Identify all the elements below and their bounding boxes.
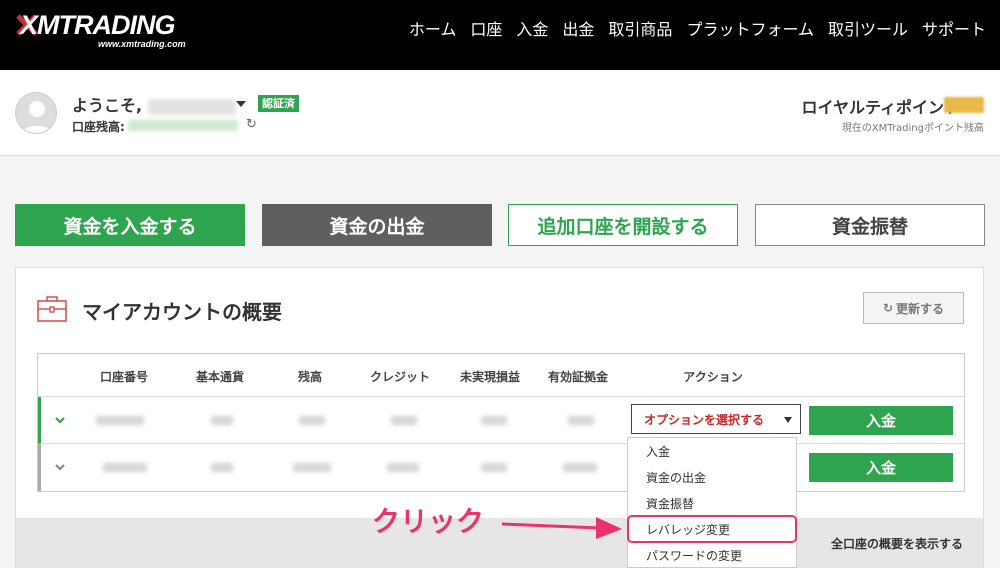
accounts-table: 口座番号 基本通貨 残高 クレジット 未実現損益 有効証拠金 アクション オプシ… bbox=[37, 353, 965, 492]
click-annotation-label: クリック bbox=[372, 505, 485, 538]
table-row: オプションを選択する 入金 bbox=[38, 397, 964, 444]
select-caret-icon bbox=[784, 417, 792, 423]
col-balance: 残高 bbox=[297, 370, 323, 384]
main-nav: ホーム 口座 入金 出金 取引商品 プラットフォーム 取引ツール サポート bbox=[409, 18, 986, 42]
col-unrealized-pl: 未実現損益 bbox=[459, 370, 521, 384]
row-deposit-button[interactable]: 入金 bbox=[809, 406, 953, 435]
col-equity: 有効証拠金 bbox=[547, 370, 609, 384]
col-account-number: 口座番号 bbox=[99, 370, 149, 384]
refresh-button[interactable]: ↻ 更新する bbox=[863, 292, 964, 324]
avatar bbox=[15, 92, 57, 134]
open-additional-account-button[interactable]: 追加口座を開設する bbox=[508, 204, 738, 246]
logo-text: XMTRADING bbox=[20, 10, 175, 40]
account-number-redacted bbox=[103, 463, 147, 472]
withdraw-funds-button[interactable]: 資金の出金 bbox=[262, 204, 492, 246]
balance-value-redacted bbox=[128, 120, 238, 131]
options-select-label: オプションを選択する bbox=[644, 412, 765, 427]
pl-redacted bbox=[481, 416, 507, 425]
chevron-down-icon[interactable] bbox=[55, 462, 65, 472]
verified-badge: 認証済 bbox=[258, 95, 299, 112]
nav-products[interactable]: 取引商品 bbox=[608, 18, 672, 42]
row-deposit-button[interactable]: 入金 bbox=[809, 453, 953, 482]
welcome-label: ようこそ, bbox=[72, 96, 143, 115]
transfer-funds-button[interactable]: 資金振替 bbox=[755, 204, 985, 246]
loyalty-subtitle: 現在のXMTradingポイント残高 bbox=[841, 123, 984, 134]
user-bar: ようこそ, 認証済 口座残高: ↻ ロイヤルティポイント 現在のXMTradin… bbox=[0, 70, 1000, 156]
briefcase-icon bbox=[37, 296, 67, 322]
nav-deposit[interactable]: 入金 bbox=[516, 18, 548, 42]
table-header: 口座番号 基本通貨 残高 クレジット 未実現損益 有効証拠金 アクション bbox=[38, 354, 964, 397]
currency-redacted bbox=[211, 463, 233, 472]
credit-redacted bbox=[387, 463, 419, 472]
loyalty-title: ロイヤルティポイント bbox=[801, 98, 960, 117]
nav-account[interactable]: 口座 bbox=[470, 18, 502, 42]
equity-redacted bbox=[563, 463, 597, 472]
dropdown-item-deposit[interactable]: 入金 bbox=[628, 438, 796, 464]
balance-redacted bbox=[299, 416, 325, 425]
refresh-label: 更新する bbox=[896, 301, 945, 316]
logo-url: www.xmtrading.com bbox=[98, 39, 186, 49]
options-dropdown-menu: 入金 資金の出金 資金振替 レバレッジ変更 パスワードの変更 bbox=[627, 437, 797, 568]
nav-tools[interactable]: 取引ツール bbox=[828, 18, 908, 42]
panel-title: マイアカウントの概要 bbox=[82, 300, 282, 324]
pl-redacted bbox=[481, 463, 507, 472]
show-all-accounts-link[interactable]: 全口座の概要を表示する bbox=[831, 535, 963, 552]
currency-redacted bbox=[211, 416, 233, 425]
account-number-redacted bbox=[96, 416, 144, 425]
nav-withdraw[interactable]: 出金 bbox=[562, 18, 594, 42]
welcome-text: ようこそ, bbox=[72, 92, 236, 116]
nav-home[interactable]: ホーム bbox=[409, 18, 457, 42]
user-menu-caret-icon[interactable] bbox=[236, 101, 246, 107]
xmtrading-logo[interactable]: XMTRADING www.xmtrading.com bbox=[16, 10, 192, 50]
balance-refresh-icon[interactable]: ↻ bbox=[246, 117, 257, 132]
username-redacted bbox=[147, 98, 236, 115]
col-action: アクション bbox=[683, 370, 743, 384]
annotation-arrow-icon bbox=[501, 517, 622, 539]
top-navbar: XMTRADING www.xmtrading.com ホーム 口座 入金 出金… bbox=[0, 0, 1000, 70]
leverage-change-highlight bbox=[627, 515, 797, 543]
options-select[interactable]: オプションを選択する bbox=[631, 404, 801, 434]
user-silhouette-icon bbox=[21, 101, 53, 133]
deposit-funds-button[interactable]: 資金を入金する bbox=[15, 204, 245, 246]
equity-redacted bbox=[568, 416, 594, 425]
col-base-currency: 基本通貨 bbox=[195, 370, 245, 384]
balance-redacted bbox=[293, 463, 331, 472]
refresh-icon: ↻ bbox=[882, 301, 894, 315]
table-row: 入金 bbox=[38, 444, 964, 491]
chevron-down-icon[interactable] bbox=[55, 415, 65, 425]
col-credit: クレジット bbox=[369, 370, 431, 384]
dropdown-item-withdraw[interactable]: 資金の出金 bbox=[628, 464, 796, 490]
dropdown-item-transfer[interactable]: 資金振替 bbox=[628, 490, 796, 516]
credit-redacted bbox=[391, 416, 417, 425]
nav-support[interactable]: サポート bbox=[922, 18, 986, 42]
dropdown-item-password-change[interactable]: パスワードの変更 bbox=[628, 542, 796, 568]
balance-label: 口座残高: bbox=[72, 120, 125, 134]
loyalty-points-redacted bbox=[944, 97, 984, 113]
nav-platform[interactable]: プラットフォーム bbox=[686, 18, 814, 42]
